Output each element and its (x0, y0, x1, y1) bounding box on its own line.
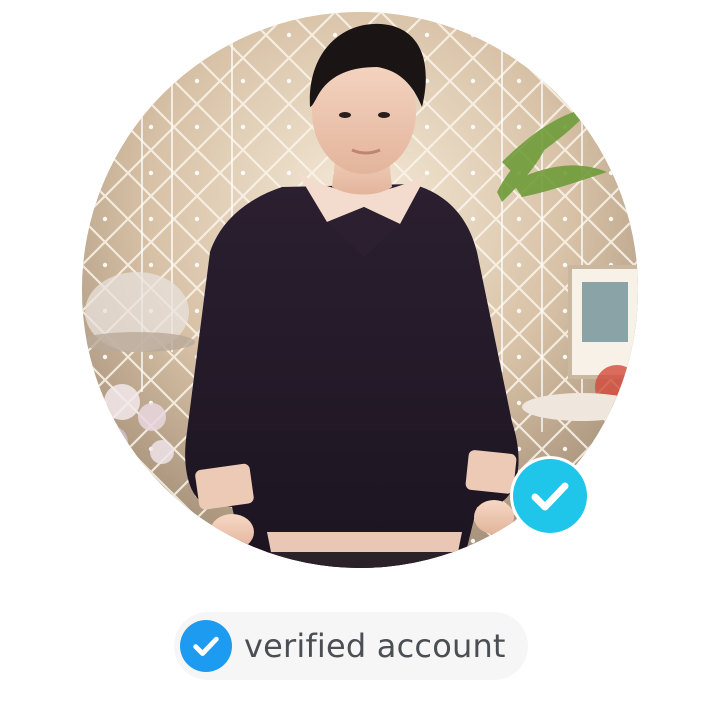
verified-account-text: verified account (244, 627, 506, 665)
verified-badge (510, 456, 590, 536)
verified-profile-card: verified account (0, 0, 720, 720)
verified-account-label: verified account (174, 612, 528, 680)
verified-check-icon (513, 459, 587, 533)
verified-check-icon (180, 620, 232, 672)
